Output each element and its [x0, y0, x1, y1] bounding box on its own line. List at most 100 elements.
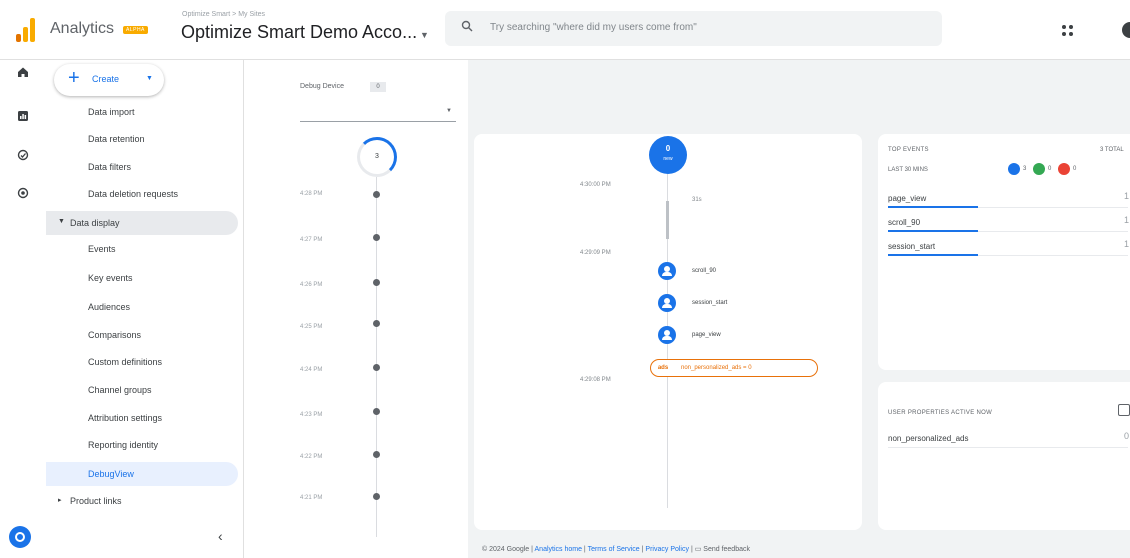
minute-dot[interactable] [373, 493, 380, 500]
account-selector[interactable]: Optimize Smart Demo Acco... [181, 22, 417, 43]
nav-item-data-retention[interactable]: Data retention [88, 134, 145, 144]
minute-counter[interactable]: 3 [357, 137, 397, 177]
minute-time: 4:24 PM [300, 367, 323, 373]
top-event-name: page_view [888, 194, 927, 203]
expand-triangle-icon: ▸ [58, 497, 62, 504]
admin-nav: + Create ▼ Data import Data retention Da… [46, 60, 244, 558]
top-event-row[interactable]: scroll_90 1 [888, 214, 1129, 232]
errors-count-icon [1058, 163, 1070, 175]
top-event-count: 1 [1124, 191, 1130, 201]
minute-time: 4:21 PM [300, 495, 323, 501]
nav-item-debugview[interactable]: DebugView [88, 469, 134, 479]
create-button[interactable]: + Create ▼ [54, 64, 164, 96]
minute-time: 4:22 PM [300, 454, 323, 460]
debug-device-select[interactable]: ▼ [300, 108, 456, 122]
user-property-icon: ads [657, 365, 669, 371]
nav-item-key-events[interactable]: Key events [88, 273, 133, 283]
user-property-value: 0 [1124, 431, 1130, 441]
footer: © 2024 Google | Analytics home | Terms o… [482, 545, 750, 553]
minute-dot[interactable] [373, 191, 380, 198]
account-dropdown-icon[interactable]: ▼ [420, 30, 429, 40]
top-events-card: TOP EVENTS 3 TOTAL LAST 30 MINS 3 0 0 pa… [878, 134, 1130, 370]
nav-item-reporting-identity[interactable]: Reporting identity [88, 440, 158, 450]
nav-group-label: Data display [70, 218, 120, 228]
analytics-logo[interactable] [16, 18, 38, 42]
minute-time: 4:23 PM [300, 412, 323, 418]
minute-dot[interactable] [373, 451, 380, 458]
search-placeholder: Try searching "where did my users come f… [490, 22, 697, 33]
duration-label: 31s [692, 197, 702, 203]
event-person-icon[interactable] [658, 294, 676, 312]
reports-icon[interactable] [17, 110, 29, 122]
nav-item-custom-definitions[interactable]: Custom definitions [88, 357, 162, 367]
session-duration-bar [666, 201, 669, 239]
nav-item-data-import[interactable]: Data import [88, 107, 135, 117]
nav-item-data-deletion-requests[interactable]: Data deletion requests [88, 189, 178, 199]
event-label[interactable]: page_view [692, 332, 721, 338]
user-property-label: non_personalized_ads = 0 [681, 365, 752, 371]
alpha-badge: ALPHA [123, 26, 148, 34]
user-properties-card: USER PROPERTIES ACTIVE NOW non_personali… [878, 382, 1130, 530]
event-person-icon[interactable] [658, 326, 676, 344]
new-count: 0 [665, 144, 671, 153]
apps-grid-icon[interactable] [1062, 25, 1074, 37]
top-bar: Analytics ALPHA Optimize Smart > My Site… [0, 0, 1130, 60]
debug-device-label: Debug Device [300, 83, 344, 90]
nav-item-channel-groups[interactable]: Channel groups [88, 385, 152, 395]
chevron-down-icon: ▼ [146, 75, 153, 82]
nav-item-attribution-settings[interactable]: Attribution settings [88, 413, 162, 423]
minute-dot[interactable] [373, 408, 380, 415]
stream-time: 4:29:09 PM [580, 250, 611, 256]
minute-dot[interactable] [373, 279, 380, 286]
nav-group-label: Product links [70, 496, 122, 506]
privacy-link[interactable]: Privacy Policy [645, 546, 689, 553]
advertising-icon[interactable] [17, 187, 29, 199]
search-bar[interactable]: Try searching "where did my users come f… [445, 11, 942, 46]
events-count-icon [1008, 163, 1020, 175]
top-event-row[interactable]: session_start 1 [888, 238, 1129, 256]
nav-item-debugview-highlight [46, 462, 238, 486]
stream-time: 4:30:00 PM [580, 182, 611, 188]
left-rail [0, 60, 46, 558]
search-icon [461, 20, 473, 32]
top-event-name: scroll_90 [888, 218, 921, 227]
seconds-stream: 0 new 4:30:00 PM 31s 4:29:09 PM scroll_9… [474, 134, 862, 530]
minute-dot[interactable] [373, 364, 380, 371]
nav-group-data-display[interactable]: ▼ Data display [46, 211, 238, 235]
nav-item-comparisons[interactable]: Comparisons [88, 330, 141, 340]
chevron-down-icon: ▼ [446, 108, 452, 114]
stream-time: 4:29:08 PM [580, 377, 611, 383]
home-icon[interactable] [17, 66, 29, 78]
errors-count: 0 [1073, 166, 1077, 172]
admin-gear-icon[interactable] [9, 526, 31, 548]
analytics-home-link[interactable]: Analytics home [535, 546, 582, 553]
help-icon[interactable] [1122, 22, 1130, 38]
event-label[interactable]: session_start [692, 300, 727, 306]
conversions-count-icon [1033, 163, 1045, 175]
nav-item-data-filters[interactable]: Data filters [88, 162, 131, 172]
nav-group-product-links[interactable]: ▸ Product links [46, 489, 238, 513]
minute-dot[interactable] [373, 234, 380, 241]
event-label[interactable]: scroll_90 [692, 268, 716, 274]
send-feedback-link[interactable]: Send feedback [703, 546, 750, 553]
feedback-icon[interactable]: ▭ [695, 546, 704, 553]
new-label: new [663, 156, 673, 162]
top-events-subtitle: LAST 30 MINS [888, 167, 928, 173]
top-event-row[interactable]: page_view 1 [888, 190, 1130, 208]
collapse-nav-icon[interactable]: ‹ [218, 528, 223, 544]
event-person-icon[interactable] [658, 262, 676, 280]
minute-timeline [376, 177, 377, 537]
nav-item-events[interactable]: Events [88, 244, 116, 254]
nav-item-audiences[interactable]: Audiences [88, 302, 130, 312]
user-property-event[interactable]: ads non_personalized_ads = 0 [650, 359, 818, 377]
copy-icon[interactable] [1118, 404, 1130, 416]
top-event-name: session_start [888, 242, 936, 251]
debug-device-count: 0 [370, 82, 386, 92]
events-count: 3 [1023, 166, 1027, 172]
user-property-row[interactable]: non_personalized_ads 0 [888, 430, 1130, 448]
explore-icon[interactable] [17, 149, 29, 161]
minute-dot[interactable] [373, 320, 380, 327]
terms-link[interactable]: Terms of Service [588, 546, 640, 553]
breadcrumb[interactable]: Optimize Smart > My Sites [182, 11, 265, 18]
new-events-badge[interactable]: 0 new [649, 136, 687, 174]
